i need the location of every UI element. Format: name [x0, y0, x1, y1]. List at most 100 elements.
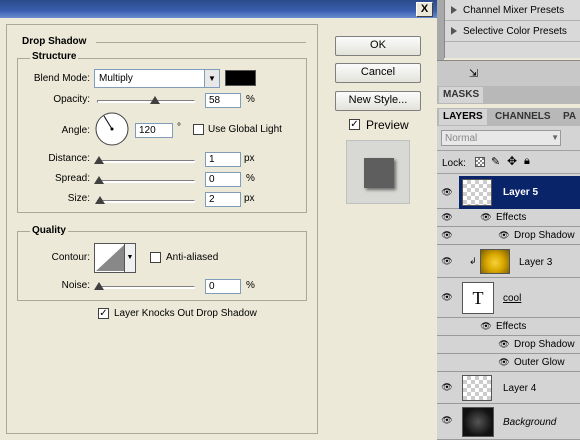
lock-all-icon[interactable]: 🔒︎	[524, 155, 530, 168]
structure-title: Structure	[30, 51, 79, 62]
visibility-eye-icon[interactable]: 👁︎	[440, 415, 454, 426]
title-bar	[0, 0, 437, 18]
layer-row-layer-4[interactable]: 👁︎ Layer 4	[437, 372, 580, 404]
chevron-down-icon[interactable]: ▼	[551, 133, 559, 142]
tab-paths[interactable]: PA	[559, 109, 580, 125]
tab-masks[interactable]: MASKS	[439, 87, 484, 103]
effects-label: Effects	[496, 212, 527, 223]
knockout-label: Layer Knocks Out Drop Shadow	[114, 308, 257, 319]
visibility-eye-icon[interactable]: 👁︎	[440, 212, 454, 223]
layer-thumbnail	[462, 375, 492, 401]
ok-button[interactable]: OK	[335, 36, 421, 56]
spread-slider[interactable]	[97, 180, 195, 183]
section-divider	[96, 42, 306, 43]
opacity-input[interactable]: 58	[205, 93, 241, 108]
layer-row-layer-5[interactable]: 👁︎ Layer 5	[437, 176, 580, 209]
noise-slider-thumb[interactable]	[94, 282, 104, 290]
distance-label: Distance:	[48, 153, 90, 164]
effect-row-outer-glow[interactable]: 👁︎ Outer Glow	[437, 354, 580, 372]
preview-thumbnail	[346, 140, 410, 204]
effect-name: Drop Shadow	[514, 230, 575, 241]
effect-row-drop-shadow[interactable]: 👁︎ 👁︎ Drop Shadow	[437, 227, 580, 245]
opacity-slider[interactable]	[97, 100, 195, 103]
visibility-eye-icon[interactable]: 👁︎	[440, 382, 454, 393]
visibility-eye-icon[interactable]: 👁︎	[440, 256, 454, 267]
tab-layers[interactable]: LAYERS	[439, 109, 487, 125]
size-slider-thumb[interactable]	[95, 196, 105, 204]
effects-eye-icon[interactable]: 👁︎	[479, 212, 493, 223]
layer-name[interactable]: Layer 5	[503, 187, 538, 198]
layer-row-cool[interactable]: 👁︎ T cool	[437, 278, 580, 318]
lock-move-icon[interactable]: ✥	[507, 154, 517, 168]
panel-strip: ⇲	[437, 60, 580, 86]
tab-channels[interactable]: CHANNELS	[491, 109, 555, 125]
effect-row-drop-shadow[interactable]: 👁︎ Drop Shadow	[437, 336, 580, 354]
layer-thumbnail	[462, 179, 492, 206]
blend-mode-select[interactable]: Multiply ▼	[94, 69, 220, 88]
effect-eye-icon[interactable]: 👁︎	[497, 339, 511, 350]
opacity-unit: %	[246, 94, 255, 105]
shadow-color-swatch[interactable]	[225, 70, 256, 86]
clipping-arrow-icon: ↲	[469, 256, 477, 266]
preview-label: Preview	[366, 118, 409, 132]
new-style-button[interactable]: New Style...	[335, 91, 421, 111]
blend-mode-dropdown[interactable]: Normal ▼	[441, 130, 561, 146]
angle-label: Angle:	[61, 125, 90, 136]
lock-brush-icon[interactable]: ✎	[491, 155, 500, 168]
opacity-slider-thumb[interactable]	[150, 96, 160, 104]
spread-slider-thumb[interactable]	[94, 176, 104, 184]
preset-label: Channel Mixer Presets	[463, 5, 565, 16]
contour-picker[interactable]: ▼	[94, 243, 136, 273]
visibility-eye-icon[interactable]: 👁︎	[440, 292, 454, 303]
anti-aliased-checkbox[interactable]	[150, 252, 161, 263]
visibility-eye-icon[interactable]: 👁︎	[440, 230, 454, 241]
layer-row-background[interactable]: 👁︎ Background	[437, 404, 580, 440]
use-global-light-checkbox[interactable]	[193, 124, 204, 135]
angle-unit: °	[177, 122, 181, 133]
distance-slider[interactable]	[97, 160, 195, 163]
distance-input[interactable]: 1	[205, 152, 241, 167]
layer-name[interactable]: Layer 3	[519, 257, 552, 268]
preview-swatch	[364, 158, 394, 188]
size-slider[interactable]	[97, 200, 195, 203]
noise-slider[interactable]	[97, 286, 195, 289]
divider	[437, 150, 580, 151]
layer-effects-row[interactable]: 👁︎ Effects	[437, 318, 580, 336]
close-button[interactable]: X	[416, 2, 433, 17]
triangle-right-icon[interactable]	[451, 6, 457, 15]
angle-input[interactable]: 120	[135, 123, 173, 138]
layer-name[interactable]: cool	[503, 293, 521, 304]
distance-slider-thumb[interactable]	[94, 156, 104, 164]
effect-eye-icon[interactable]: 👁︎	[497, 357, 511, 368]
size-input[interactable]: 2	[205, 192, 241, 207]
contour-label: Contour:	[51, 252, 90, 263]
effects-eye-icon[interactable]: 👁︎	[479, 321, 493, 332]
preset-item-selective-color[interactable]: Selective Color Presets	[445, 21, 580, 42]
effect-name: Outer Glow	[514, 357, 565, 368]
visibility-eye-icon[interactable]: 👁︎	[440, 187, 454, 198]
layer-name[interactable]: Layer 4	[503, 383, 536, 394]
layers-blend-value: Normal	[445, 133, 478, 144]
layer-name[interactable]: Background	[503, 417, 556, 428]
triangle-right-icon[interactable]	[451, 27, 457, 36]
layer-effects-row[interactable]: 👁︎ 👁︎ Effects	[437, 209, 580, 227]
adjustment-presets-panel: Channel Mixer Presets Selective Color Pr…	[444, 0, 580, 58]
angle-dial[interactable]	[94, 111, 130, 147]
layer-row-layer-3[interactable]: 👁︎ ↲ Layer 3	[437, 245, 580, 278]
spread-input[interactable]: 0	[205, 172, 241, 187]
chevron-down-icon[interactable]: ▼	[204, 70, 219, 87]
distance-unit: px	[244, 153, 255, 164]
knockout-checkbox[interactable]: ✓	[98, 308, 109, 319]
size-unit: px	[244, 193, 255, 204]
spread-label: Spread:	[54, 173, 90, 184]
chevron-down-icon[interactable]: ▼	[124, 244, 135, 272]
effect-eye-icon[interactable]: 👁︎	[497, 230, 511, 241]
use-global-light-label: Use Global Light	[208, 124, 282, 135]
lock-transparent-icon[interactable]	[475, 157, 485, 167]
preset-item-channel-mixer[interactable]: Channel Mixer Presets	[445, 0, 580, 21]
preview-checkbox[interactable]: ✓	[349, 119, 360, 130]
cancel-button[interactable]: Cancel	[335, 63, 421, 83]
layer-thumbnail	[480, 249, 510, 274]
noise-input[interactable]: 0	[205, 279, 241, 294]
resize-icon[interactable]: ⇲	[469, 67, 478, 80]
